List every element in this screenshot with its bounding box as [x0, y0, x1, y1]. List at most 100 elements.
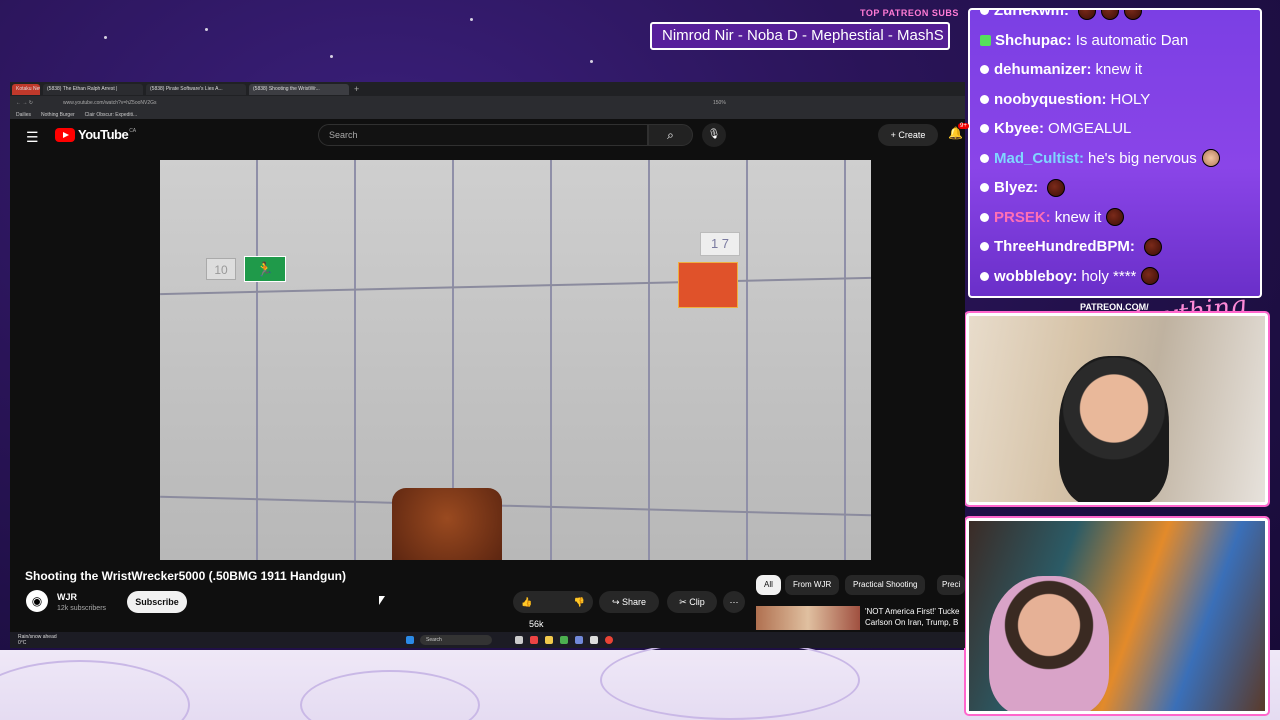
- bookmark-item[interactable]: Dailies: [16, 112, 31, 118]
- zoom-indicator[interactable]: 150%: [713, 100, 726, 106]
- chat-text: he's big nervous: [1088, 149, 1197, 167]
- bookmarks-bar: Dailies Nothing Burger Clair Obscur: Exp…: [10, 110, 965, 119]
- chat-message: Shchupac: Is automatic Dan: [980, 26, 1250, 56]
- video-player[interactable]: 10 🏃 1 7: [160, 160, 871, 560]
- app-icon[interactable]: [530, 636, 538, 644]
- taskbar-search-input[interactable]: Search: [420, 635, 492, 645]
- stream-chat: Zuriekwm: Shchupac: Is automatic Dan deh…: [968, 8, 1262, 298]
- url-field[interactable]: www.youtube.com/watch?v=hZ5ooNV2Gs: [63, 100, 713, 106]
- chat-message: Kbyee: OMGEALUL: [980, 114, 1250, 144]
- chat-message: Zuriekwm:: [980, 8, 1250, 26]
- webcam-streamer-2: [966, 518, 1268, 714]
- share-label: Share: [622, 597, 647, 607]
- like-dislike-group: 👍 56k 👎: [513, 591, 593, 629]
- reload-icon[interactable]: ↻: [29, 100, 33, 106]
- browser-tab[interactable]: Kotaku News: [12, 83, 40, 95]
- search-input[interactable]: Search: [318, 124, 648, 146]
- chat-username: ThreeHundredBPM:: [994, 238, 1135, 256]
- weather-widget[interactable]: Rain/snow ahead 0°C: [18, 634, 57, 646]
- star-decoration: [470, 18, 473, 21]
- forward-icon[interactable]: →: [22, 100, 27, 106]
- chat-text: Is automatic Dan: [1075, 31, 1189, 49]
- bookmark-item[interactable]: Clair Obscur: Expediti...: [85, 112, 138, 118]
- share-button[interactable]: ↪ Share: [599, 591, 659, 613]
- chat-message: PRSEK: knew it: [980, 203, 1250, 233]
- search-icon[interactable]: ⌕: [648, 124, 693, 146]
- chat-username: dehumanizer:: [994, 61, 1092, 79]
- create-label: Create: [898, 130, 926, 140]
- chrome-icon[interactable]: [605, 636, 613, 644]
- chat-text: OMGEALUL: [1048, 120, 1132, 138]
- app-icon[interactable]: [560, 636, 568, 644]
- chat-text: HOLY: [1110, 90, 1151, 108]
- browser-tab-active[interactable]: (5838) Shooting the WristWr...: [249, 83, 349, 95]
- region-code: CA: [129, 127, 137, 134]
- youtube-logo[interactable]: YouTube CA: [55, 127, 136, 142]
- browser-tab[interactable]: (5838) Pirate Software's Lies A...: [146, 83, 246, 95]
- chair-in-video: [392, 488, 502, 560]
- recommended-video-title[interactable]: 'NOT America First!' Tucke Carlson On Ir…: [865, 606, 965, 628]
- recommended-video-thumbnail[interactable]: [756, 606, 860, 630]
- notification-count: 9+: [958, 123, 969, 129]
- exit-sign-icon: 🏃: [244, 256, 286, 282]
- emote-icon: [1143, 237, 1162, 256]
- bookmark-item[interactable]: Nothing Burger: [41, 112, 75, 118]
- webcam-streamer-1: [966, 313, 1268, 505]
- clip-label: Clip: [689, 597, 705, 607]
- address-bar: ← → ↻ www.youtube.com/watch?v=hZ5ooNV2Gs…: [10, 96, 965, 110]
- emote-icon: [1106, 208, 1125, 227]
- video-title: Shooting the WristWrecker5000 (.50BMG 19…: [25, 569, 346, 583]
- chat-message: Mad_Cultist: he's big nervous: [980, 144, 1250, 174]
- mouse-cursor: [379, 596, 385, 605]
- file-explorer-icon[interactable]: [545, 636, 553, 644]
- chat-message: noobyquestion: HOLY: [980, 85, 1250, 115]
- emote-icon: [1047, 178, 1066, 197]
- chat-username: Mad_Cultist:: [994, 149, 1084, 167]
- chat-username: wobbleboy:: [994, 267, 1078, 285]
- chat-username: Shchupac:: [995, 31, 1072, 49]
- top-patreon-label: TOP PATREON SUBS: [860, 8, 959, 18]
- like-button[interactable]: 👍 56k: [513, 591, 566, 629]
- dislike-button[interactable]: 👎: [566, 591, 593, 613]
- chat-message: ThreeHundredBPM:: [980, 232, 1250, 262]
- windows-start-icon[interactable]: [406, 636, 414, 644]
- filter-chip[interactable]: Preci: [937, 575, 965, 595]
- chat-username: PRSEK:: [994, 208, 1051, 226]
- browser-tab[interactable]: (5838) The Ethan Ralph Arrest |: [43, 83, 143, 95]
- chat-text: knew it: [1054, 208, 1102, 226]
- chat-message: Blyez:: [980, 173, 1250, 203]
- create-button[interactable]: + Create: [878, 124, 938, 146]
- filter-chip-all[interactable]: All: [756, 575, 781, 595]
- room-number-sign: 10: [206, 258, 236, 280]
- browser-window: Kotaku News (5838) The Ethan Ralph Arres…: [10, 82, 969, 648]
- chat-username: Blyez:: [994, 179, 1039, 197]
- youtube-logo-text: YouTube: [78, 127, 129, 142]
- new-tab-icon[interactable]: +: [354, 84, 359, 94]
- room-number-sign: 1 7: [700, 232, 740, 256]
- channel-name[interactable]: WJR: [57, 592, 77, 602]
- menu-icon[interactable]: ☰: [26, 129, 39, 146]
- microphone-icon[interactable]: 🎙: [702, 123, 726, 147]
- chat-username: Zuriekwm:: [994, 8, 1070, 20]
- youtube-play-icon: [55, 127, 75, 142]
- back-icon[interactable]: ←: [16, 100, 21, 106]
- subscribe-button[interactable]: Subscribe: [127, 591, 187, 613]
- more-actions-icon[interactable]: ⋯: [723, 591, 745, 613]
- steam-icon[interactable]: [590, 636, 598, 644]
- chat-text: holy ****: [1081, 267, 1137, 285]
- youtube-header: ☰ YouTube CA Search ⌕ 🎙 + Create 🔔 9+: [10, 119, 969, 151]
- clip-button[interactable]: ✂ Clip: [667, 591, 717, 613]
- task-view-icon[interactable]: [515, 636, 523, 644]
- patreon-ticker: Nimrod Nir - Noba D - Mephestial - MashS: [650, 22, 950, 50]
- discord-icon[interactable]: [575, 636, 583, 644]
- channel-avatar[interactable]: ◉: [26, 590, 48, 612]
- chat-username: noobyquestion:: [994, 90, 1107, 108]
- subscriber-count: 12k subscribers: [57, 605, 107, 612]
- filter-chip[interactable]: From WJR: [785, 575, 840, 595]
- rec-title-line: Carlson On Iran, Trump, B: [865, 618, 959, 627]
- filter-chip[interactable]: Practical Shooting: [845, 575, 926, 595]
- warning-sign: [678, 262, 738, 308]
- star-decoration: [104, 36, 107, 39]
- tab-bar: Kotaku News (5838) The Ethan Ralph Arres…: [10, 82, 965, 96]
- like-count: 56k: [529, 619, 544, 629]
